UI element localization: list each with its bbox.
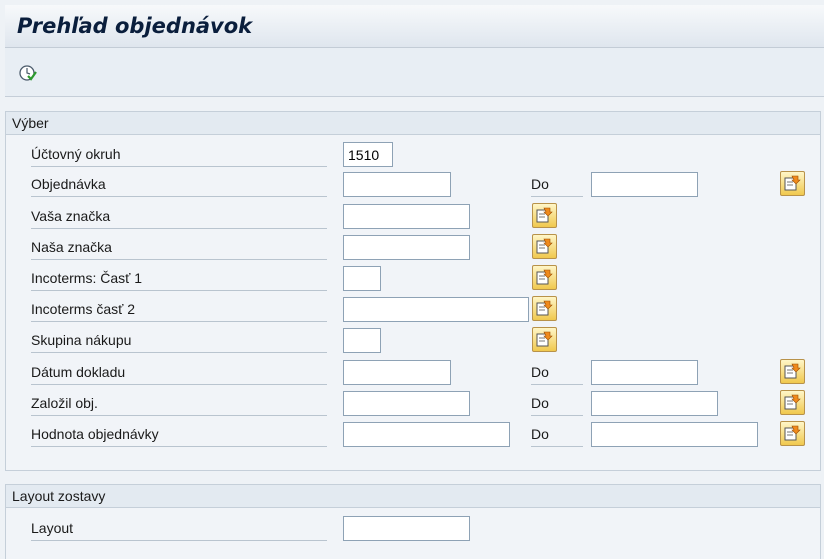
purchasing-group-input[interactable] (343, 328, 381, 353)
order-value-from-input[interactable] (343, 422, 510, 447)
multiple-selection-icon (784, 425, 801, 441)
selection-frame-title: Výber (6, 112, 820, 135)
purchase-order-to-input[interactable] (591, 172, 698, 197)
company-code-input[interactable] (343, 142, 393, 167)
purchase-order-multiple-selection-button[interactable] (780, 171, 805, 196)
to-label: Do (531, 422, 583, 447)
incoterms-part-1-multiple-selection-button[interactable] (532, 265, 557, 290)
field-label-our-reference: Naša značka (31, 235, 327, 260)
field-label-document-date: Dátum dokladu (31, 360, 327, 385)
page-title: Prehľad objednávok (17, 14, 253, 38)
multiple-selection-icon (784, 175, 801, 191)
our-reference-input[interactable] (343, 235, 470, 260)
field-label-incoterms-part-2: Incoterms časť 2 (31, 297, 327, 322)
title-bar: Prehľad objednávok (5, 5, 824, 48)
incoterms-part-2-input[interactable] (343, 297, 529, 322)
multiple-selection-icon (784, 394, 801, 410)
multiple-selection-icon (784, 363, 801, 379)
multiple-selection-icon (536, 269, 553, 285)
purchasing-group-multiple-selection-button[interactable] (532, 327, 557, 352)
multiple-selection-icon (536, 207, 553, 223)
our-reference-multiple-selection-button[interactable] (532, 234, 557, 259)
application-toolbar (5, 48, 824, 97)
field-label-order-value: Hodnota objednávky (31, 422, 327, 447)
layout-input[interactable] (343, 516, 470, 541)
order-value-to-input[interactable] (591, 422, 758, 447)
to-label: Do (531, 391, 583, 416)
created-by-from-input[interactable] (343, 391, 470, 416)
document-date-to-input[interactable] (591, 360, 698, 385)
incoterms-part-1-input[interactable] (343, 266, 381, 291)
field-label-purchasing-group: Skupina nákupu (31, 328, 327, 353)
created-by-to-input[interactable] (591, 391, 718, 416)
incoterms-part-2-multiple-selection-button[interactable] (532, 296, 557, 321)
field-label-company-code: Účtovný okruh (31, 142, 327, 167)
field-label-created-by: Založil obj. (31, 391, 327, 416)
your-reference-multiple-selection-button[interactable] (532, 203, 557, 228)
execute-clock-icon[interactable] (19, 64, 37, 82)
field-label-your-reference: Vaša značka (31, 204, 327, 229)
document-date-multiple-selection-button[interactable] (780, 359, 805, 384)
document-date-from-input[interactable] (343, 360, 451, 385)
multiple-selection-icon (536, 238, 553, 254)
field-label-incoterms-part-1: Incoterms: Časť 1 (31, 266, 327, 291)
created-by-multiple-selection-button[interactable] (780, 390, 805, 415)
purchase-order-from-input[interactable] (343, 172, 451, 197)
layout-frame-title: Layout zostavy (6, 485, 820, 508)
field-label-layout: Layout (31, 516, 327, 541)
your-reference-input[interactable] (343, 204, 470, 229)
field-label-purchase-order: Objednávka (31, 172, 327, 197)
multiple-selection-icon (536, 300, 553, 316)
to-label: Do (531, 172, 583, 197)
order-value-multiple-selection-button[interactable] (780, 421, 805, 446)
sap-screen: Prehľad objednávok Výber Účtovný okruh O… (0, 0, 824, 559)
multiple-selection-icon (536, 331, 553, 347)
to-label: Do (531, 360, 583, 385)
